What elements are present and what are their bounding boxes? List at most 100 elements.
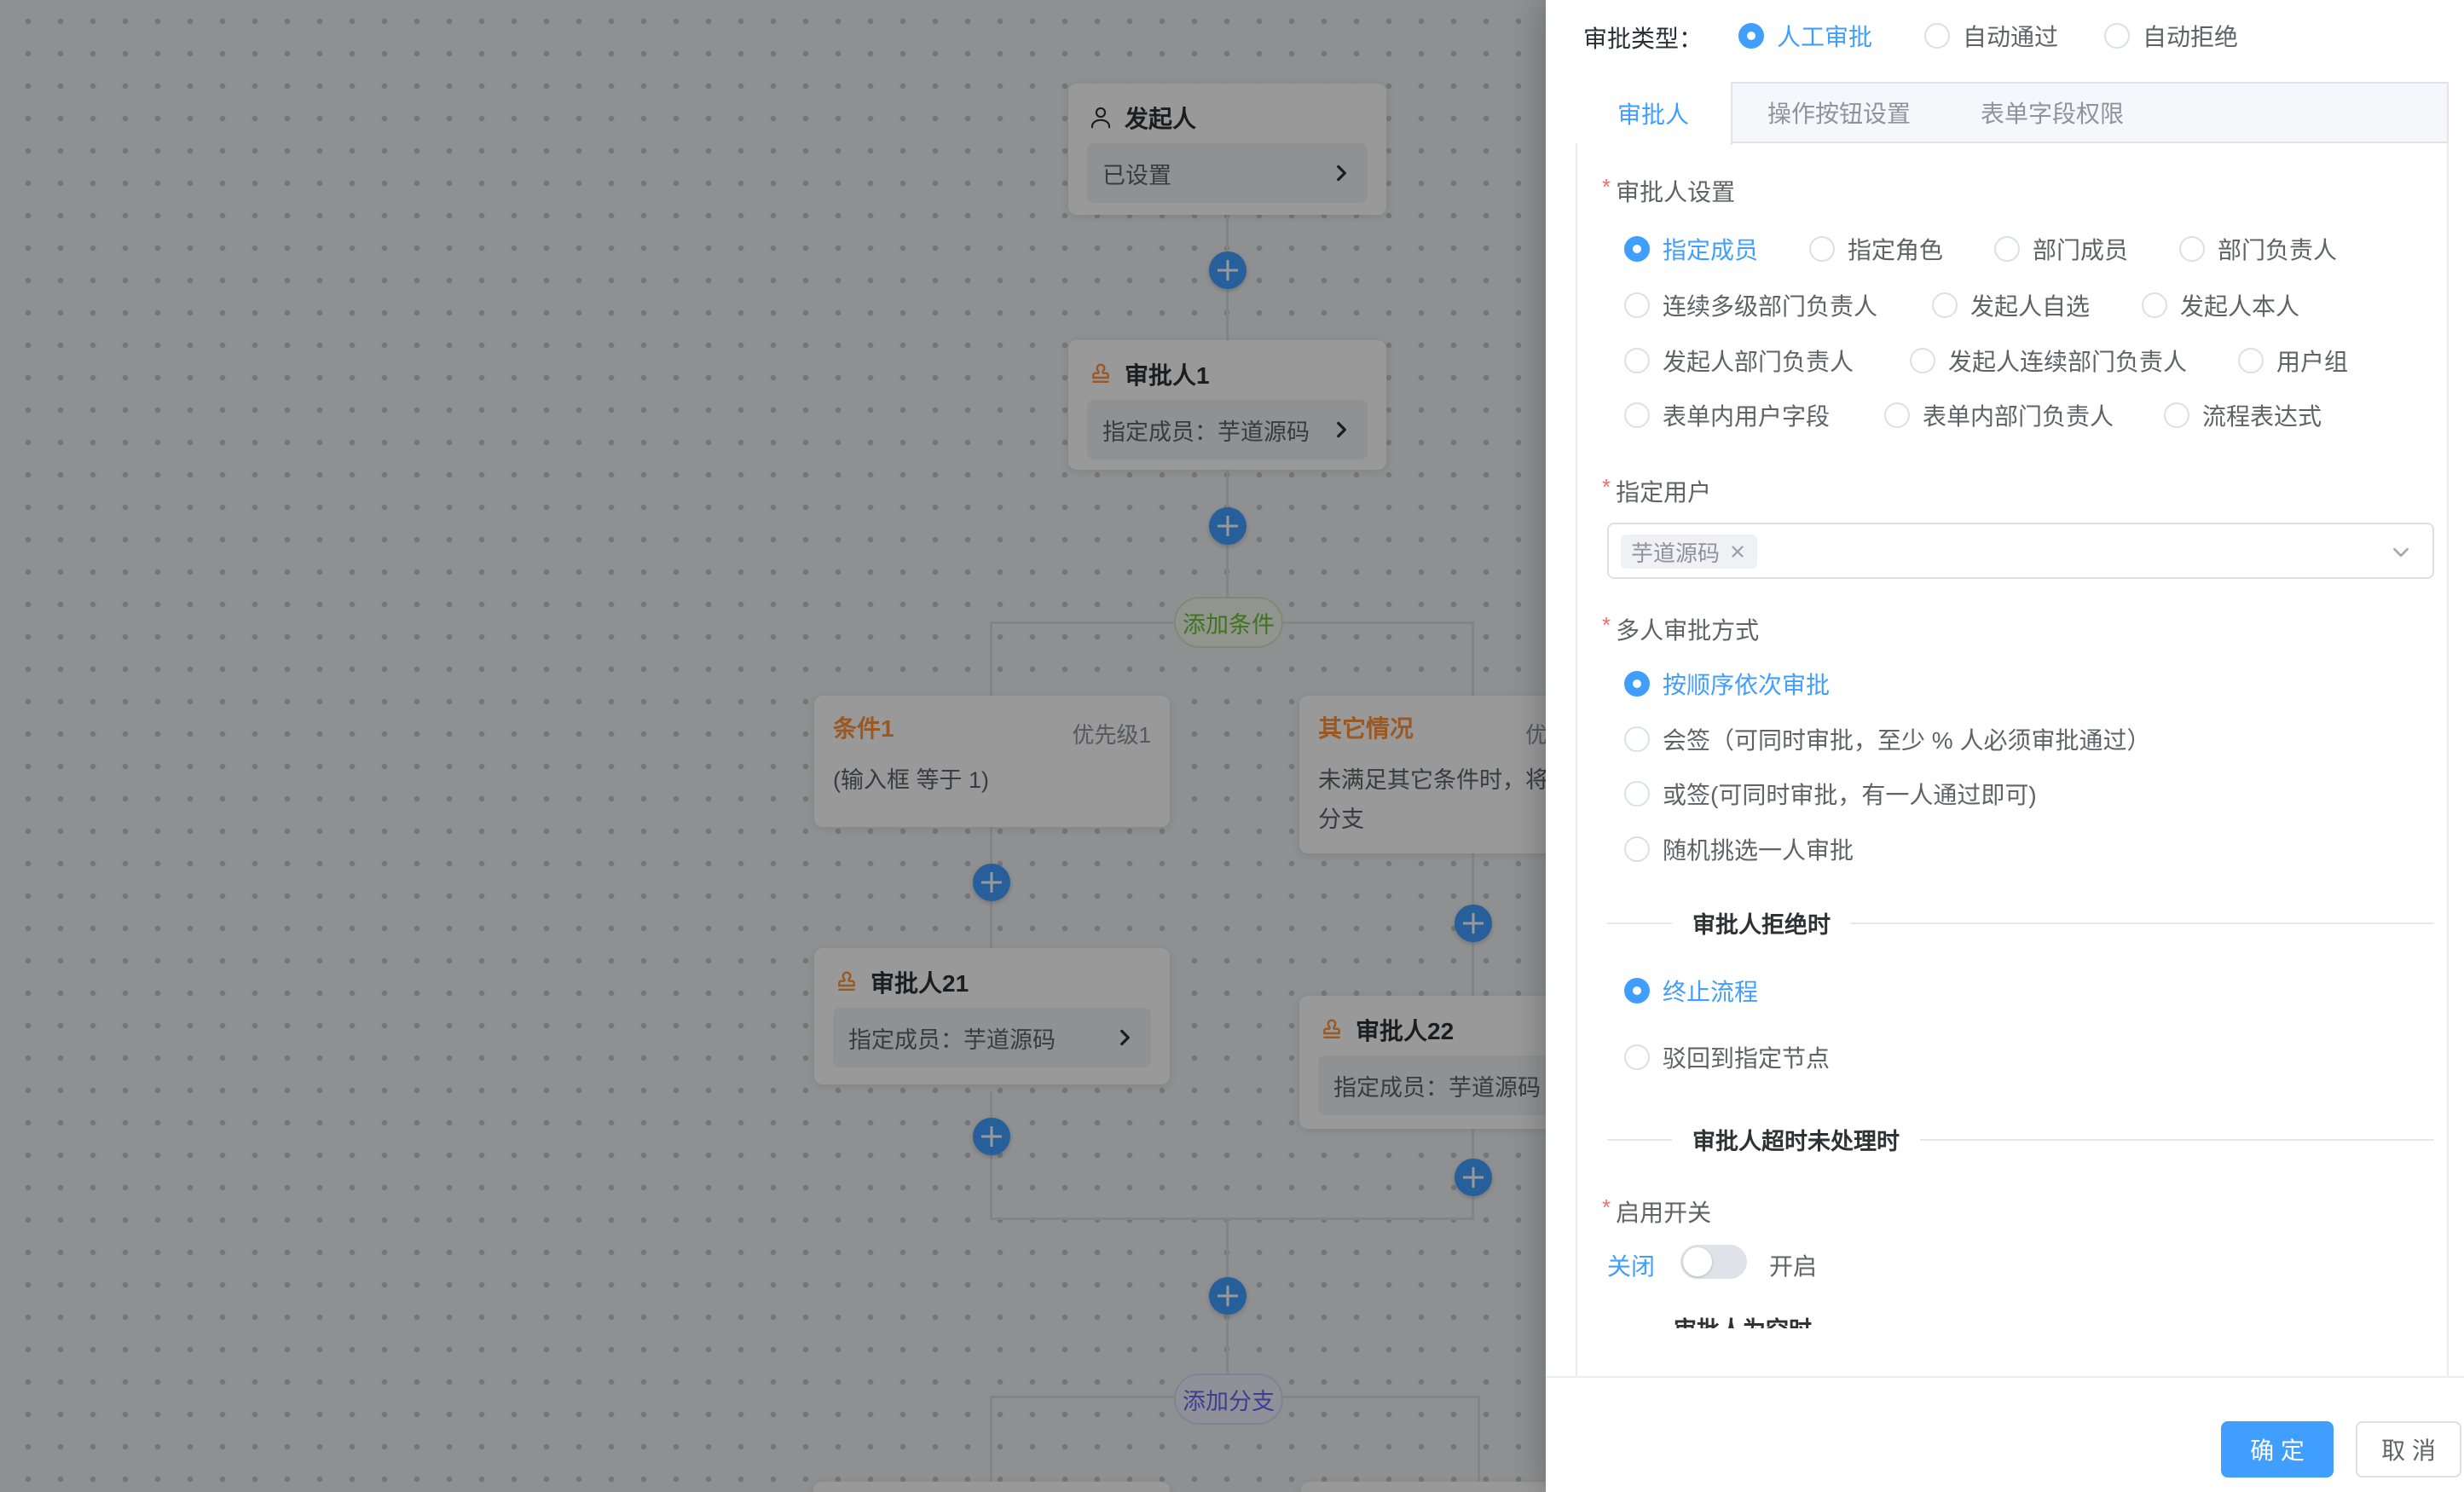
radio-dot-icon xyxy=(2164,402,2189,428)
radio-dot-icon xyxy=(2179,236,2205,262)
radio-random-one[interactable]: 随机挑选一人审批 xyxy=(1624,836,1854,863)
stamp-icon xyxy=(833,969,860,996)
node-condition1[interactable]: 条件1 优先级1 (输入框 等于 1) xyxy=(814,696,1170,827)
radio-dot-icon xyxy=(1624,348,1650,373)
radio-label: 终止流程 xyxy=(1663,974,1758,1008)
flow-canvas[interactable]: 发起人 已设置 审批人1 指定成员：芋道源码 添加条件 xyxy=(0,0,1546,1492)
radio-countersign[interactable]: 会签（可同时审批，至少 % 人必须审批通过） xyxy=(1624,726,2150,753)
node-approver21[interactable]: 审批人21 指定成员：芋道源码 xyxy=(814,948,1170,1084)
priority-label: 优先级1 xyxy=(1073,718,1151,749)
radio-dept-member[interactable]: 部门成员 xyxy=(1994,235,2128,263)
radio-label: 发起人连续部门负责人 xyxy=(1948,344,2187,378)
add-node-button[interactable] xyxy=(1209,252,1246,289)
timeout-section-title: 审批人超时未处理时 xyxy=(1672,1123,1920,1156)
radio-label: 发起人部门负责人 xyxy=(1663,344,1854,378)
tab-form-field-permissions[interactable]: 表单字段权限 xyxy=(1946,84,2159,142)
radio-auto-pass[interactable]: 自动通过 xyxy=(1924,22,2058,49)
connector-line xyxy=(990,622,992,696)
add-node-button[interactable] xyxy=(1455,905,1492,942)
node-config-row[interactable]: 指定成员：芋道源码 xyxy=(1318,1055,1546,1115)
radio-user-group[interactable]: 用户组 xyxy=(2238,347,2348,374)
reject-section-title: 审批人拒绝时 xyxy=(1672,906,1851,940)
add-condition-button[interactable]: 添加条件 xyxy=(1174,597,1283,648)
connector-line xyxy=(1478,1396,1480,1482)
node-title: 审批人21 xyxy=(870,965,969,999)
add-node-button[interactable] xyxy=(1455,1159,1492,1196)
radio-dot-icon xyxy=(1910,348,1935,373)
radio-label: 发起人本人 xyxy=(2180,288,2299,322)
required-asterisk: * xyxy=(1602,1194,1611,1220)
radio-dot-icon xyxy=(1624,726,1650,752)
radio-auto-reject[interactable]: 自动拒绝 xyxy=(2104,22,2238,49)
radio-manual-approve[interactable]: 人工审批 xyxy=(1738,22,1872,49)
chevron-right-icon xyxy=(1330,419,1352,441)
node-title: 发起人 xyxy=(1125,101,1196,135)
chevron-right-icon xyxy=(1330,162,1352,184)
node-start[interactable]: 发起人 已设置 xyxy=(1068,84,1386,215)
node-parallel1[interactable]: 并行1 无优先级 xyxy=(813,1482,1170,1492)
radio-label: 自动通过 xyxy=(1963,19,2058,53)
add-node-button[interactable] xyxy=(1209,1277,1246,1315)
condition-expression: (输入框 等于 1) xyxy=(833,760,1151,800)
radio-assign-role[interactable]: 指定角色 xyxy=(1809,235,1943,263)
confirm-button[interactable]: 确 定 xyxy=(2221,1421,2334,1478)
radio-dot-icon xyxy=(1624,1044,1650,1070)
radio-form-dept-leader[interactable]: 表单内部门负责人 xyxy=(1884,402,2114,429)
radio-dot-icon xyxy=(1884,402,1910,428)
timeout-section-divider: 审批人超时未处理时 xyxy=(1607,1139,2434,1141)
user-select[interactable]: 芋道源码 xyxy=(1607,523,2434,579)
add-node-button[interactable] xyxy=(973,1118,1010,1155)
radio-dot-icon xyxy=(1924,23,1950,49)
radio-dot-icon xyxy=(1932,292,1958,318)
timeout-enable-switch[interactable] xyxy=(1680,1245,1747,1279)
radio-return-to-node[interactable]: 驳回到指定节点 xyxy=(1624,1044,1830,1071)
radio-form-user-field[interactable]: 表单内用户字段 xyxy=(1624,402,1830,429)
radio-dept-leader[interactable]: 部门负责人 xyxy=(2179,235,2337,263)
add-node-button[interactable] xyxy=(1209,507,1246,545)
approver-settings-panel: 审批类型： 人工审批 自动通过 自动拒绝 审批人 操作按钮设置 表单字段权限 *… xyxy=(1546,0,2464,1492)
tab-action-buttons[interactable]: 操作按钮设置 xyxy=(1732,84,1946,142)
radio-initiator-self[interactable]: 发起人本人 xyxy=(2142,292,2299,319)
add-condition-label: 添加条件 xyxy=(1183,606,1275,639)
close-icon[interactable] xyxy=(1728,542,1747,561)
cancel-button[interactable]: 取 消 xyxy=(2356,1421,2461,1478)
enable-switch-label: * 启用开关 xyxy=(1602,1194,1711,1229)
node-config-row[interactable]: 指定成员：芋道源码 xyxy=(833,1008,1151,1067)
radio-sequential-approve[interactable]: 按顺序依次审批 xyxy=(1624,670,1830,697)
approver-setting-label: * 审批人设置 xyxy=(1602,174,1735,208)
node-config-row[interactable]: 已设置 xyxy=(1087,143,1368,203)
radio-dot-icon xyxy=(1624,671,1650,697)
approval-type-label: 审批类型： xyxy=(1583,20,1703,55)
required-asterisk: * xyxy=(1602,174,1611,200)
radio-or-sign[interactable]: 或签(可同时审批，有一人通过即可) xyxy=(1624,780,2037,807)
switch-on-label: 开启 xyxy=(1769,1248,1817,1282)
radio-label: 会签（可同时审批，至少 % 人必须审批通过） xyxy=(1663,722,2150,756)
radio-label: 指定角色 xyxy=(1848,232,1943,266)
radio-label: 或签(可同时审批，有一人通过即可) xyxy=(1663,777,2037,811)
tab-approver[interactable]: 审批人 xyxy=(1576,82,1732,145)
radio-terminate-process[interactable]: 终止流程 xyxy=(1624,977,1758,1004)
node-condition-else[interactable]: 其它情况 优先级2 未满足其它条件时，将进入此分支 xyxy=(1299,696,1546,853)
empty-section-title: 审批人为空时 xyxy=(1674,1317,1812,1328)
radio-label: 连续多级部门负责人 xyxy=(1663,288,1877,322)
node-parallel2[interactable]: 并行2 无优先级 xyxy=(1301,1482,1546,1492)
radio-initiator-dept-leader[interactable]: 发起人部门负责人 xyxy=(1624,347,1854,374)
add-node-button[interactable] xyxy=(973,864,1010,901)
assign-user-label: * 指定用户 xyxy=(1602,474,1711,508)
node-title: 审批人22 xyxy=(1356,1013,1454,1047)
node-approver1[interactable]: 审批人1 指定成员：芋道源码 xyxy=(1068,340,1386,470)
radio-label: 人工审批 xyxy=(1777,19,1872,53)
node-summary-text: 指定成员：芋道源码 xyxy=(1102,413,1310,447)
radio-dot-icon xyxy=(1624,292,1650,318)
add-branch-button[interactable]: 添加分支 xyxy=(1174,1373,1283,1425)
selected-user-tag[interactable]: 芋道源码 xyxy=(1621,535,1757,569)
radio-process-expression[interactable]: 流程表达式 xyxy=(2164,402,2322,429)
radio-multi-level-dept-leader[interactable]: 连续多级部门负责人 xyxy=(1624,292,1877,319)
radio-initiator-multi-dept-leader[interactable]: 发起人连续部门负责人 xyxy=(1910,347,2187,374)
node-config-row[interactable]: 指定成员：芋道源码 xyxy=(1087,400,1368,460)
node-approver22[interactable]: 审批人22 指定成员：芋道源码 xyxy=(1299,996,1546,1129)
radio-assign-member[interactable]: 指定成员 xyxy=(1624,235,1758,263)
node-title: 其它情况 xyxy=(1318,710,1414,744)
radio-label: 随机挑选一人审批 xyxy=(1663,832,1854,866)
radio-initiator-select[interactable]: 发起人自选 xyxy=(1932,292,2090,319)
